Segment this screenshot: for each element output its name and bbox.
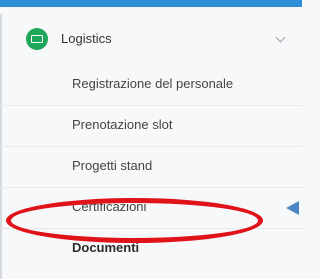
menu-item-prenotazione-slot[interactable]: Prenotazione slot <box>0 106 302 146</box>
menu-item-label: Prenotazione slot <box>72 117 173 132</box>
menu-group-logistics[interactable]: Logistics <box>0 19 302 59</box>
menu-item-registrazione-personale[interactable]: Registrazione del personale <box>0 65 302 105</box>
menu-group-label: Logistics <box>61 31 112 46</box>
top-accent-bar <box>0 0 302 7</box>
menu-item-progetti-stand[interactable]: Progetti stand <box>0 147 302 187</box>
highlight-ellipse-annotation <box>6 198 263 243</box>
menu-item-label: Progetti stand <box>72 158 153 173</box>
pointer-arrow-icon <box>286 201 299 215</box>
chevron-down-icon[interactable] <box>275 32 286 43</box>
monitor-icon <box>26 28 48 50</box>
menu-item-label: Registrazione del personale <box>72 76 234 91</box>
